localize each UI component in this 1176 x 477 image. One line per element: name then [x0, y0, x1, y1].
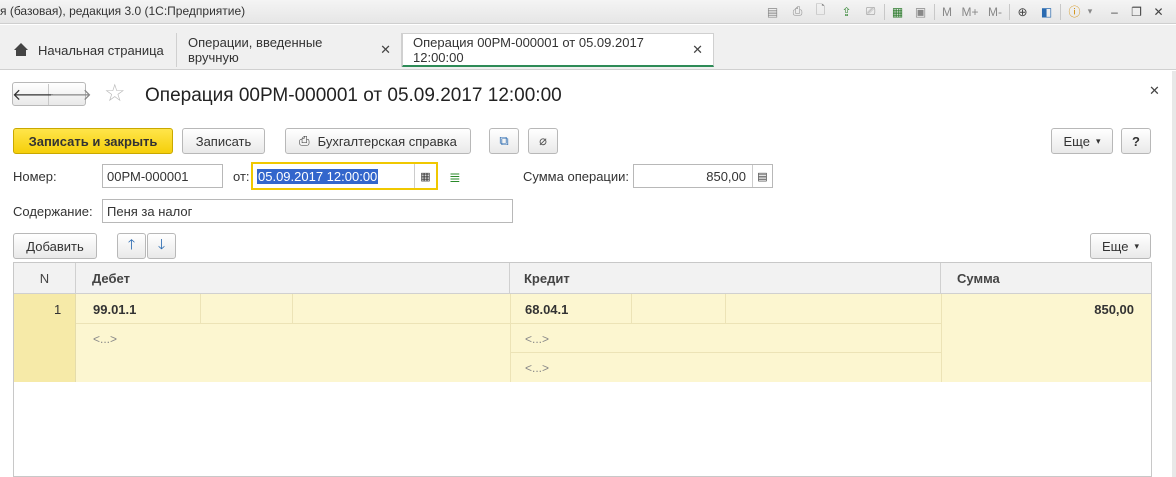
report-button-label: Бухгалтерская справка: [317, 133, 457, 149]
arrow-down-icon: 🡓: [157, 236, 166, 252]
operations-list-icon[interactable]: ≣: [449, 169, 461, 186]
chevron-down-icon: ▾: [1134, 240, 1139, 251]
memory-minus-button[interactable]: M-: [985, 3, 1005, 20]
table-more-label: Еще: [1102, 238, 1129, 254]
print-icon[interactable]: ⎙: [789, 3, 806, 20]
table-header: N Дебет Кредит Сумма: [14, 263, 1151, 294]
toolbar-separator: [1009, 4, 1010, 20]
window-title: я (базовая), редакция 3.0 (1С:Предприяти…: [0, 4, 246, 18]
close-tab-icon[interactable]: ✕: [692, 42, 703, 58]
content-label: Содержание:: [13, 204, 93, 219]
column-header-n[interactable]: N: [14, 263, 76, 293]
cell-divider: [631, 294, 632, 323]
nav-buttons: 🡐 🡒: [12, 82, 92, 106]
move-down-button[interactable]: 🡓: [147, 233, 176, 259]
cell-divider: [200, 294, 201, 323]
more-button-label: Еще: [1063, 133, 1090, 149]
row-divider: [510, 352, 941, 353]
panel-icon[interactable]: ◧: [1038, 3, 1055, 20]
save-close-button[interactable]: Записать и закрыть: [13, 128, 173, 154]
zoom-icon[interactable]: ⊕: [1014, 3, 1031, 20]
arrow-up-icon: 🡑: [127, 236, 136, 252]
sum-label: Сумма операции:: [523, 169, 629, 184]
upload-icon[interactable]: ⇪: [838, 3, 855, 20]
tab-home-label: Начальная страница: [38, 42, 164, 58]
save-icon[interactable]: ▤: [764, 3, 781, 20]
cell-divider: [292, 294, 293, 323]
calculator-icon[interactable]: ▦: [889, 3, 906, 20]
number-field[interactable]: 00РМ-000001: [102, 164, 223, 188]
page-title: Операция 00РМ-000001 от 05.09.2017 12:00…: [145, 85, 562, 106]
download-icon[interactable]: ⎚: [862, 3, 879, 20]
toolbar-separator: [934, 4, 935, 20]
tab-home[interactable]: Начальная страница: [3, 33, 177, 67]
cell-divider: [510, 294, 511, 382]
row-divider: [76, 323, 941, 324]
preview-icon[interactable]: 🗋: [812, 3, 829, 20]
row-number-cell: [14, 294, 76, 382]
cell-divider: [941, 294, 942, 382]
debit-account[interactable]: 99.01.1: [93, 302, 136, 317]
sum-value: 850,00: [706, 168, 746, 184]
tab-manual-operations[interactable]: Операции, введенные вручную ✕: [178, 33, 402, 67]
save-button[interactable]: Записать: [182, 128, 265, 154]
tab-operation[interactable]: Операция 00РМ-000001 от 05.09.2017 12:00…: [402, 33, 714, 67]
amount-cell[interactable]: 850,00: [1014, 302, 1134, 317]
credit-account[interactable]: 68.04.1: [525, 302, 568, 317]
vertical-scrollbar[interactable]: [1172, 71, 1176, 477]
content-field[interactable]: Пеня за налог: [102, 199, 513, 223]
calendar-icon[interactable]: ▣: [912, 3, 929, 20]
number-label: Номер:: [13, 169, 57, 184]
back-arrow-icon[interactable]: 🡐: [12, 83, 55, 105]
memory-m-button[interactable]: M: [940, 3, 954, 20]
forward-arrow-icon[interactable]: 🡒: [49, 84, 92, 105]
credit-subconto-1[interactable]: <...>: [525, 332, 549, 346]
calculator-icon[interactable]: ▤: [752, 165, 772, 187]
info-dropdown-icon[interactable]: ▾: [1084, 3, 1096, 20]
minimize-icon[interactable]: –: [1106, 3, 1123, 20]
more-button[interactable]: Еще ▾: [1051, 128, 1113, 154]
printer-icon: ⎙: [299, 133, 310, 148]
calendar-picker-icon[interactable]: ▦: [414, 164, 436, 188]
entries-table: N Дебет Кредит Сумма 1 99.01.1 <...> 68.…: [13, 262, 1152, 477]
structure-icon: ⧉: [499, 133, 509, 148]
operation-form: 🡐 🡒 ☆ Операция 00РМ-000001 от 05.09.2017…: [2, 71, 1172, 477]
toolbar-separator: [884, 4, 885, 20]
move-up-button[interactable]: 🡑: [117, 233, 146, 259]
tab-bar: Начальная страница Операции, введенные в…: [0, 25, 1176, 70]
help-button[interactable]: ?: [1121, 128, 1151, 154]
report-button[interactable]: ⎙ Бухгалтерская справка: [285, 128, 471, 154]
cell-divider: [725, 294, 726, 323]
structure-button[interactable]: ⧉: [489, 128, 519, 154]
column-header-debit[interactable]: Дебет: [76, 263, 510, 293]
table-row[interactable]: 1 99.01.1 <...> 68.04.1 <...> <...> 850,…: [14, 294, 1151, 382]
sum-field[interactable]: 850,00 ▤: [633, 164, 773, 188]
attach-button[interactable]: ⌀: [528, 128, 558, 154]
close-form-icon[interactable]: ✕: [1149, 83, 1160, 99]
date-label: от:: [233, 169, 250, 184]
info-icon[interactable]: ⓘ: [1066, 3, 1083, 20]
window-titlebar: я (базовая), редакция 3.0 (1С:Предприяти…: [0, 0, 1176, 24]
credit-subconto-2[interactable]: <...>: [525, 361, 549, 375]
row-number: 1: [54, 302, 62, 317]
toolbar-separator: [1060, 4, 1061, 20]
tab-operation-label: Операция 00РМ-000001 от 05.09.2017 12:00…: [413, 34, 644, 65]
add-row-button[interactable]: Добавить: [13, 233, 97, 259]
restore-icon[interactable]: ❐: [1128, 3, 1145, 20]
memory-plus-button[interactable]: M+: [960, 3, 980, 20]
column-header-amount[interactable]: Сумма: [941, 263, 1151, 293]
column-header-credit[interactable]: Кредит: [510, 263, 941, 293]
close-tab-icon[interactable]: ✕: [380, 42, 391, 58]
close-window-icon[interactable]: ✕: [1150, 3, 1167, 20]
date-field[interactable]: 05.09.2017 12:00:00 ▦: [251, 162, 438, 190]
date-value: 05.09.2017 12:00:00: [257, 168, 379, 184]
table-more-button[interactable]: Еще ▾: [1090, 233, 1151, 259]
debit-subconto[interactable]: <...>: [93, 332, 117, 346]
tab-manual-operations-label: Операции, введенные вручную: [188, 35, 323, 65]
paperclip-icon: ⌀: [539, 133, 547, 148]
home-icon: [13, 43, 29, 57]
chevron-down-icon: ▾: [1095, 135, 1101, 146]
favorite-star-icon[interactable]: ☆: [104, 82, 126, 106]
